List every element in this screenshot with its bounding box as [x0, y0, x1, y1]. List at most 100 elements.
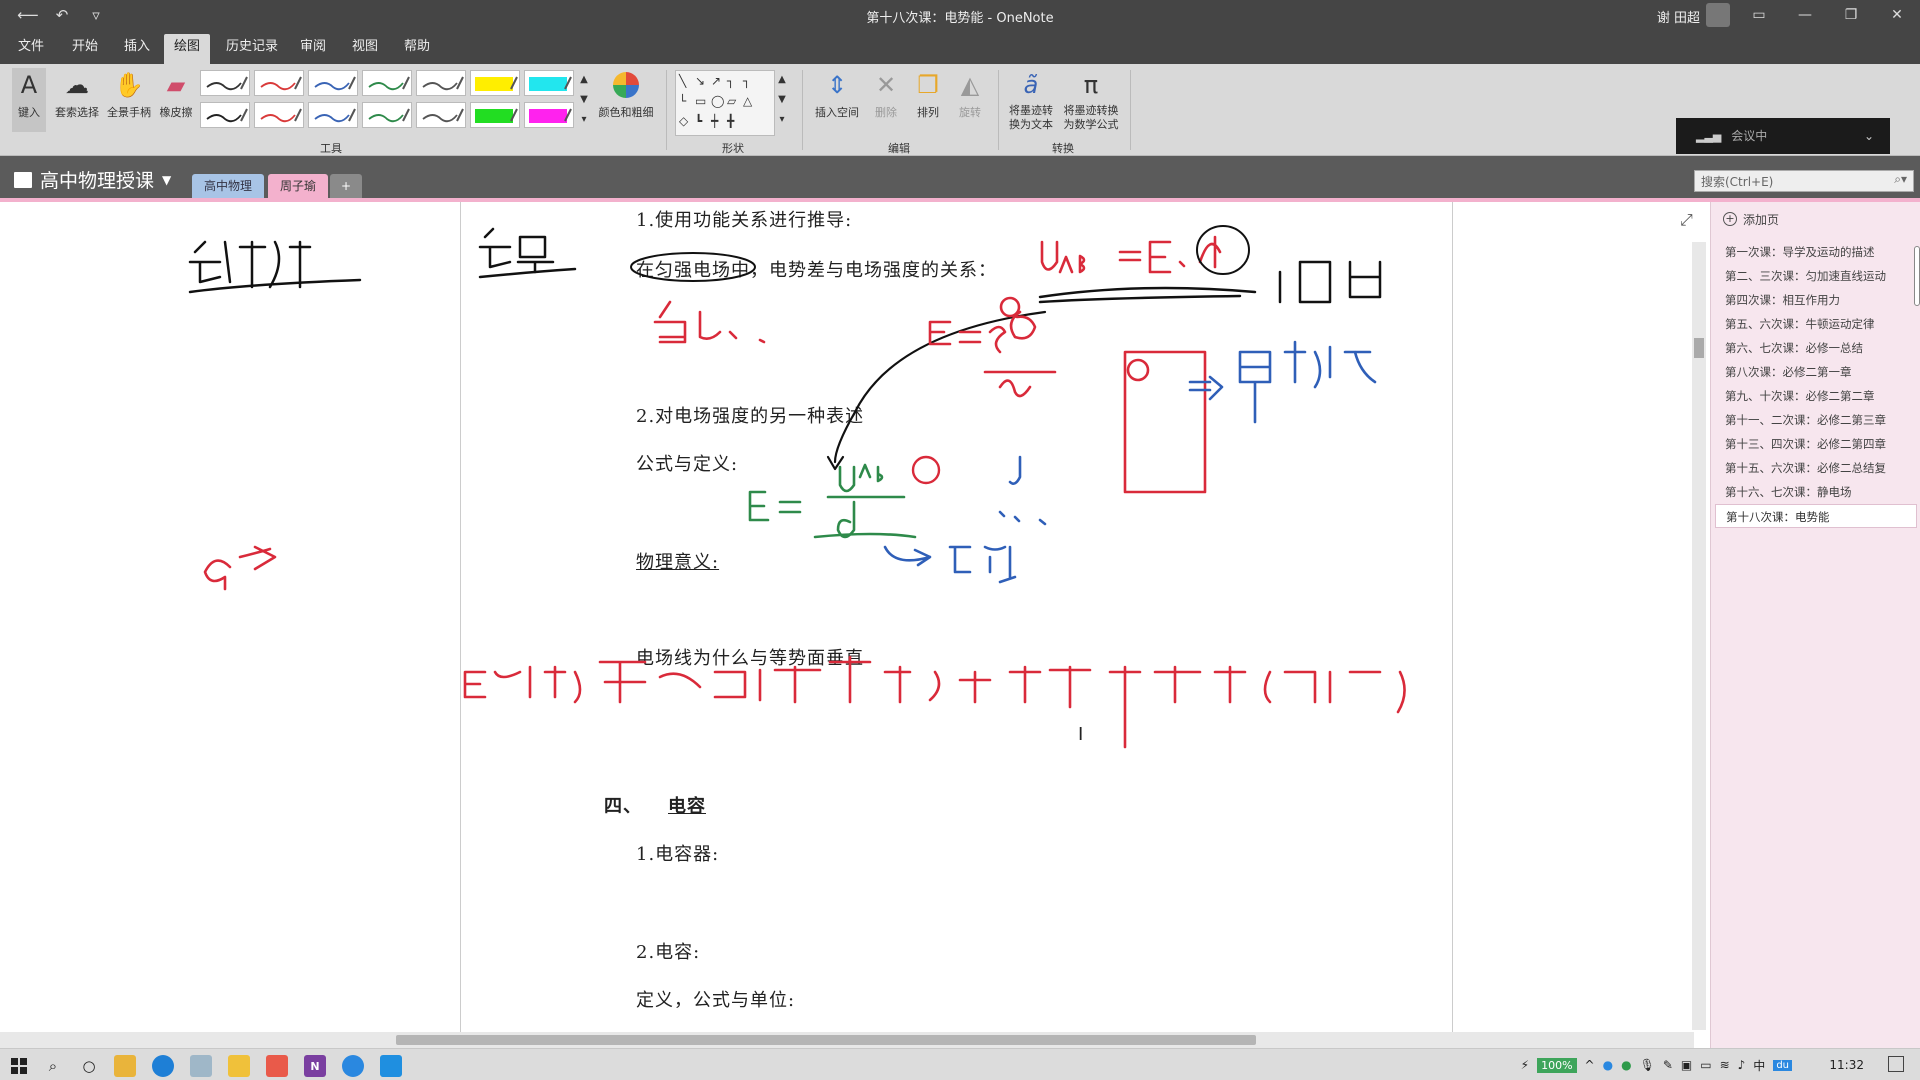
- tab-view[interactable]: 视图: [342, 34, 388, 64]
- ime-language-icon[interactable]: 中: [1753, 1057, 1765, 1074]
- tab-draw[interactable]: 绘图: [164, 34, 211, 64]
- rotate-button[interactable]: ◭ 旋转: [950, 68, 990, 120]
- clock[interactable]: 11:32: [1829, 1058, 1864, 1072]
- delete-button[interactable]: ✕ 删除: [866, 68, 906, 120]
- insert-space-button[interactable]: ⇕ 插入空间: [810, 68, 864, 120]
- page-list-item[interactable]: 第十三、四次课：必修二第四章: [1711, 432, 1920, 456]
- page-list-item[interactable]: 第五、六次课：牛顿运动定律: [1711, 312, 1920, 336]
- page-list-item[interactable]: 第四次课：相互作用力: [1711, 288, 1920, 312]
- lasso-select-button[interactable]: ☁ 套索选择: [52, 68, 102, 120]
- add-section-button[interactable]: +: [330, 174, 362, 198]
- pen-swatch[interactable]: [470, 70, 520, 96]
- page-list-item[interactable]: 第二、三次课：匀加速直线运动: [1711, 264, 1920, 288]
- ink-annotations[interactable]: [0, 202, 1450, 1032]
- tab-insert[interactable]: 插入: [114, 34, 160, 64]
- diamond-icon[interactable]: ◇: [679, 114, 695, 134]
- close-button[interactable]: ✕: [1874, 0, 1920, 30]
- pen-swatch[interactable]: [308, 70, 358, 96]
- tab-review[interactable]: 审阅: [290, 34, 336, 64]
- page-list-item[interactable]: 第十六、七次课：静电场: [1711, 480, 1920, 504]
- double-arrow-icon[interactable]: ↗: [711, 74, 727, 94]
- horizontal-scrollbar[interactable]: [0, 1032, 1694, 1048]
- elbow2-icon[interactable]: ┐: [743, 74, 759, 94]
- vertical-scrollbar[interactable]: [1692, 242, 1706, 1030]
- app-tray-icon[interactable]: ✎: [1663, 1058, 1673, 1072]
- line-shape-icon[interactable]: ╲: [679, 74, 695, 94]
- pan-hand-button[interactable]: ✋ 全景手柄: [104, 68, 154, 120]
- pen-swatch[interactable]: [470, 102, 520, 128]
- app-tray-icon[interactable]: ●: [1621, 1058, 1631, 1072]
- ink-to-text-button[interactable]: ã 将墨迹转换为文本: [1004, 68, 1058, 132]
- app-tray-icon[interactable]: ▣: [1681, 1058, 1692, 1072]
- notebook-picker[interactable]: 高中物理授课 ▼: [14, 166, 171, 193]
- eraser-button[interactable]: ▰ 橡皮擦: [156, 68, 196, 120]
- tab-home[interactable]: 开始: [62, 34, 108, 64]
- page-list-item[interactable]: 第十五、六次课：必修二总结复: [1711, 456, 1920, 480]
- tab-file[interactable]: 文件: [8, 34, 54, 64]
- ink-to-math-button[interactable]: π 将墨迹转换为数学公式: [1060, 68, 1122, 132]
- page-list-item[interactable]: 第十八次课：电势能: [1715, 504, 1917, 528]
- parallelogram-icon[interactable]: ▱: [727, 94, 743, 114]
- edge-browser-icon[interactable]: [152, 1055, 174, 1077]
- arrow-shape-icon[interactable]: ↘: [695, 74, 711, 94]
- user-name[interactable]: 谢 田超: [1657, 7, 1700, 26]
- pen-swatch[interactable]: [362, 102, 412, 128]
- notification-icon[interactable]: [1888, 1056, 1904, 1072]
- search-input[interactable]: 搜索(Ctrl+E) ⌕▾: [1694, 170, 1914, 192]
- pen-swatch[interactable]: [416, 70, 466, 96]
- pen-swatch[interactable]: [200, 102, 250, 128]
- axis3-icon[interactable]: ╋: [727, 114, 743, 134]
- page-list-item[interactable]: 第八次课：必修二第一章: [1711, 360, 1920, 384]
- type-button[interactable]: A 键入: [12, 68, 46, 132]
- wechat-folder-icon[interactable]: [228, 1055, 250, 1077]
- app-icon[interactable]: [380, 1055, 402, 1077]
- onenote-icon[interactable]: N: [304, 1055, 326, 1077]
- pen-gallery-more[interactable]: ▲ ▼ ▾: [574, 70, 594, 130]
- maximize-button[interactable]: ❐: [1828, 0, 1874, 30]
- tray-expand-icon[interactable]: ^: [1585, 1058, 1595, 1072]
- section-tab-physics[interactable]: 高中物理: [192, 174, 265, 198]
- expand-icon[interactable]: ⤢: [1680, 210, 1693, 230]
- avatar[interactable]: [1706, 3, 1730, 27]
- pen-swatch[interactable]: [308, 102, 358, 128]
- rectangle-icon[interactable]: ▭: [695, 94, 711, 114]
- windows-start-icon[interactable]: [8, 1055, 30, 1077]
- add-page-button[interactable]: + 添加页: [1723, 206, 1779, 232]
- volume-icon[interactable]: ♪: [1738, 1058, 1746, 1072]
- zoom-level[interactable]: 100%: [1537, 1057, 1577, 1073]
- pen-swatch[interactable]: [200, 70, 250, 96]
- triangle-icon[interactable]: △: [743, 94, 759, 114]
- ribbon-display-options-icon[interactable]: ▭: [1736, 0, 1782, 30]
- oval-icon[interactable]: ◯: [711, 94, 727, 114]
- color-thickness-button[interactable]: 颜色和粗细: [594, 68, 658, 120]
- section-tab-zhouziyu[interactable]: 周子瑜: [268, 174, 329, 198]
- app-icon[interactable]: [342, 1055, 364, 1077]
- page-list-item[interactable]: 第九、十次课：必修二第二章: [1711, 384, 1920, 408]
- page-list-item[interactable]: 第一次课：导学及运动的描述: [1711, 240, 1920, 264]
- elbow-icon[interactable]: ┐: [727, 74, 743, 94]
- arrange-button[interactable]: ❐ 排列: [908, 68, 948, 120]
- page-canvas[interactable]: ⤢ 1.使用功能关系进行推导: 在匀强电场中，电势差与电场强度的关系： 2.对电…: [0, 202, 1710, 1032]
- pen-swatch[interactable]: [416, 102, 466, 128]
- minimize-button[interactable]: —: [1782, 0, 1828, 30]
- battery-icon[interactable]: ▭: [1700, 1058, 1711, 1072]
- page-list-item[interactable]: 第十一、二次课：必修二第三章: [1711, 408, 1920, 432]
- tab-history[interactable]: 历史记录: [216, 34, 288, 64]
- pen-swatch[interactable]: [254, 102, 304, 128]
- axis2-icon[interactable]: ┿: [711, 114, 727, 134]
- page-list-scrollbar[interactable]: [1914, 246, 1920, 306]
- pen-swatch[interactable]: [362, 70, 412, 96]
- connector-icon[interactable]: └: [679, 94, 695, 114]
- search-icon[interactable]: ⌕: [42, 1055, 64, 1077]
- shapes-more[interactable]: ▲ ▼ ▾: [776, 70, 788, 130]
- app-icon[interactable]: [266, 1055, 288, 1077]
- page-list-item[interactable]: 第六、七次课：必修一总结: [1711, 336, 1920, 360]
- tab-help[interactable]: 帮助: [394, 34, 440, 64]
- wifi-icon[interactable]: ≋: [1720, 1058, 1730, 1072]
- battery-plug-icon[interactable]: ⚡: [1521, 1058, 1529, 1072]
- ime-icon[interactable]: du: [1773, 1059, 1792, 1071]
- pen-swatch[interactable]: [524, 70, 574, 96]
- app-tray-icon[interactable]: ●: [1603, 1058, 1613, 1072]
- axis-icon[interactable]: ┗: [695, 114, 711, 134]
- app-icon[interactable]: [190, 1055, 212, 1077]
